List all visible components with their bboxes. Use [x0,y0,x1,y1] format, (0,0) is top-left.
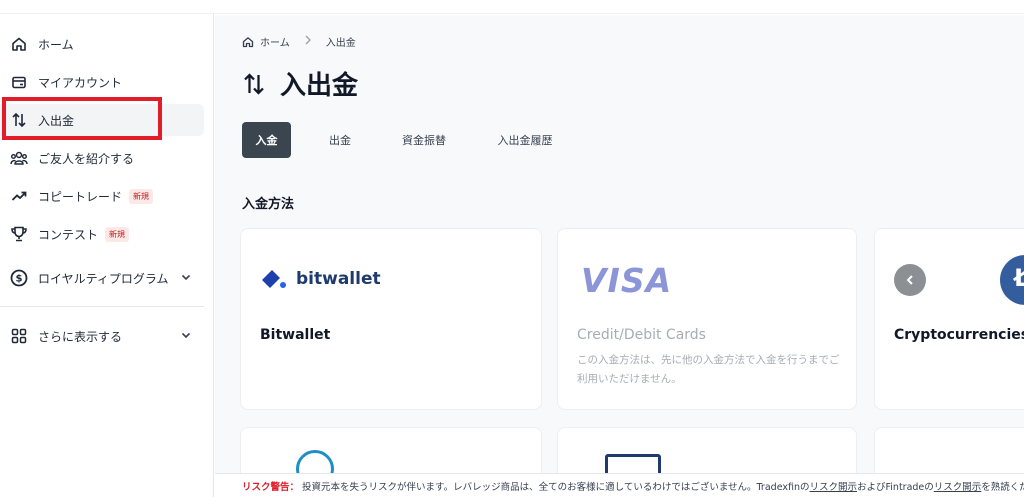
chevron-right-icon [304,35,312,48]
users-icon [10,149,28,167]
tab-history[interactable]: 入出金履歴 [490,122,560,158]
sidebar-item-deposit-withdrawal[interactable]: 入出金 [0,104,204,136]
svg-text:$: $ [16,274,23,285]
risk-warning-bar: リスク警告： 投資元本を失うリスクが伴います。レバレッジ商品は、全てのお客様に適… [215,473,1024,497]
section-title: 入金方法 [242,197,295,212]
sidebar-item-label: ロイヤルティプログラム [38,271,169,286]
home-icon[interactable] [242,36,254,48]
method-description: この入金方法は、先に他の入金方法で入金を行うまでご利用いただけません。 [577,354,840,385]
new-badge: 新規 [129,188,154,204]
transfer-arrows-icon [242,72,266,96]
chevron-left-icon[interactable] [894,264,926,296]
sidebar-item-my-account[interactable]: マイアカウント [0,66,204,98]
sidebar-item-contest[interactable]: コンテスト 新規 [0,218,204,250]
breadcrumb-home[interactable]: ホーム [260,34,290,49]
grid-icon [10,327,28,345]
wallet-icon [10,73,28,91]
visa-logo: VISA [581,261,673,300]
trend-up-icon [10,187,28,205]
breadcrumb: ホーム 入出金 [242,34,356,49]
sidebar-item-label: ホーム [38,37,74,52]
top-bar [0,0,1024,14]
sidebar-item-label: マイアカウント [38,75,123,90]
chevron-down-icon[interactable] [180,271,192,286]
page-title-text: 入出金 [280,71,359,101]
tab-withdrawal[interactable]: 出金 [315,122,365,158]
payment-method-crypto[interactable]: Ł Cryptocurrencies [874,228,1024,410]
method-name: Credit/Debit Cards [577,327,706,343]
breadcrumb-current: 入出金 [325,38,356,49]
dollar-circle-icon: $ [10,269,28,287]
sidebar-item-label: ご友人を紹介する [38,151,135,166]
risk-disclosure-link[interactable]: リスク開示 [934,482,982,493]
chevron-down-icon[interactable] [180,329,192,344]
sidebar-item-label: コピートレード [38,189,123,204]
sidebar-item-label: さらに表示する [38,329,123,344]
payment-method-bitwallet[interactable]: bitwallet Bitwallet [240,228,542,410]
home-icon [10,35,28,53]
tab-deposit[interactable]: 入金 [242,122,291,158]
sidebar-item-loyalty-program[interactable]: $ ロイヤルティプログラム [0,262,204,294]
litecoin-icon: Ł [1000,255,1024,305]
new-badge: 新規 [105,226,130,242]
main-content: ホーム 入出金 入出金 入金 出金 資金振替 入出金履歴 入金方法 bitwal… [215,15,1024,497]
tab-fund-transfer[interactable]: 資金振替 [391,122,457,158]
sidebar-item-label: コンテスト [38,227,99,242]
sidebar-item-copy-trade[interactable]: コピートレード 新規 [0,180,204,212]
sidebar-item-home[interactable]: ホーム [0,28,204,60]
risk-label: リスク警告： [242,482,300,493]
transfer-arrows-icon [10,111,28,129]
bitwallet-icon [262,270,286,288]
sidebar: ホーム マイアカウント 入出金 ご友人を紹介する コピートレード 新規 コンテス… [0,14,214,497]
method-name: Cryptocurrencies [894,327,1024,343]
sidebar-item-show-more[interactable]: さらに表示する [0,320,204,352]
sidebar-divider [0,306,204,307]
trophy-icon [10,225,28,243]
sidebar-item-refer-friend[interactable]: ご友人を紹介する [0,142,204,174]
method-name: Bitwallet [260,327,331,343]
bitwallet-logo: bitwallet [260,267,381,291]
payment-method-credit-card[interactable]: VISA Credit/Debit Cards この入金方法は、先に他の入金方法… [557,228,857,410]
page-title: 入出金 [242,65,358,102]
sidebar-item-label: 入出金 [38,113,75,128]
risk-disclosure-link[interactable]: リスク開示 [810,482,858,493]
